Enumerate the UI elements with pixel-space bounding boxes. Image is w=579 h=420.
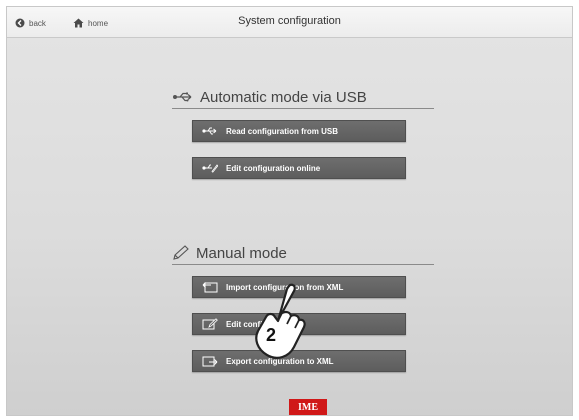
usb-icon (173, 92, 192, 102)
usb-section-heading: Automatic mode via USB (172, 86, 434, 109)
manual-section-heading: Manual mode (172, 242, 434, 265)
pencil-icon (173, 245, 189, 260)
edit-config-online-label: Edit configuration online (226, 163, 321, 173)
usb-icon (202, 127, 217, 135)
top-bar: back home System configuration (7, 7, 572, 38)
page-title: System configuration (238, 15, 341, 27)
export-icon (202, 356, 218, 367)
pointing-hand-icon: 2 (255, 283, 306, 359)
usb-section-title: Automatic mode via USB (200, 88, 367, 106)
ime-logo: IME (289, 399, 327, 415)
edit-config-online-button[interactable]: Edit configuration online (192, 157, 406, 179)
app-frame: back home System configuration Automatic… (0, 0, 579, 420)
logo-text: IME (298, 401, 318, 413)
step-number: 2 (266, 325, 276, 345)
read-config-usb-button[interactable]: Read configuration from USB (192, 120, 406, 142)
usb-edit-icon (202, 164, 218, 173)
read-config-usb-label: Read configuration from USB (226, 126, 339, 136)
import-icon (202, 282, 218, 293)
edit-icon (202, 318, 218, 330)
manual-section-title: Manual mode (196, 244, 287, 262)
screen: back home System configuration Automatic… (6, 6, 573, 416)
